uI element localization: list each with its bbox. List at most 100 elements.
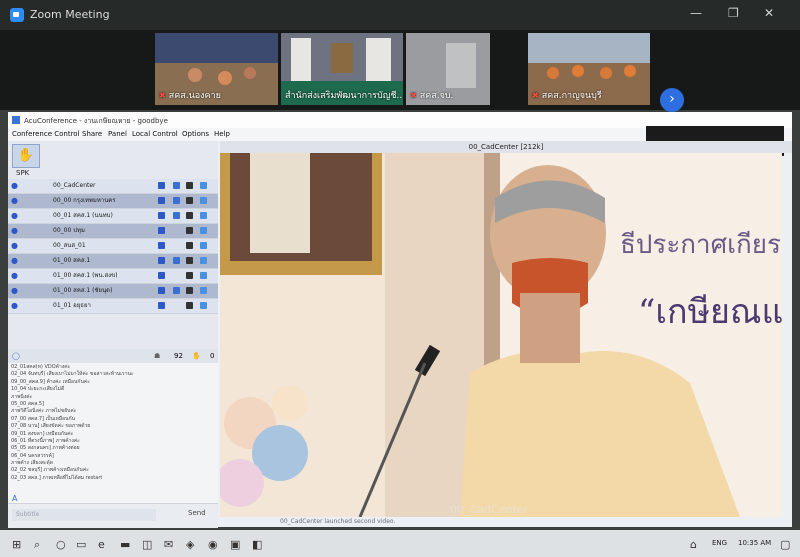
language-indicator[interactable]: ENG	[712, 539, 727, 547]
speaker-video-icon: ธีประกาศเกียรติ “เกษียณแห	[220, 153, 782, 517]
menu-options[interactable]: Options	[182, 130, 209, 138]
chat-message: 06_04 นครสวรรค์]	[11, 452, 54, 459]
participant-row[interactable]: ● 00_สนส_01	[8, 239, 218, 254]
banner-text: “เกษียณแห	[638, 292, 782, 332]
zoom-logo-icon	[10, 8, 24, 22]
windows-icon	[200, 182, 207, 189]
zoom-taskbar-icon[interactable]: ▣	[230, 538, 240, 551]
participant-row[interactable]: ● 00_01 สคส.1 (นนทบ)	[8, 209, 218, 224]
video-icon	[158, 257, 165, 264]
participant-row[interactable]: ● 00_CadCenter	[8, 179, 218, 194]
mic-icon	[173, 182, 180, 189]
video-icon	[158, 212, 165, 219]
hand-raise-button[interactable]: ✋	[12, 144, 40, 168]
menu-local-control[interactable]: Local Control	[132, 130, 178, 138]
mail-icon[interactable]: ✉	[164, 538, 173, 551]
store-icon[interactable]: ◫	[142, 538, 152, 551]
camera-icon	[186, 257, 193, 264]
minimize-icon[interactable]: —	[690, 6, 702, 20]
video-icon	[158, 227, 165, 234]
camera-icon	[186, 287, 193, 294]
chat-message: 02_01สคส(ห) VDOค้างค่ะ	[11, 364, 71, 370]
person-icon: ●	[11, 196, 18, 205]
close-icon[interactable]: ✕	[764, 6, 774, 20]
app-icon[interactable]: ◈	[186, 538, 194, 551]
video-watermark: 00_CadCenter	[450, 503, 528, 516]
participant-row-name: 01_01 อยุธยา	[53, 302, 91, 309]
send-button[interactable]: Send	[188, 509, 206, 517]
windows-icon	[200, 197, 207, 204]
person-icon: ●	[11, 226, 18, 235]
network-icon[interactable]: ⌂	[690, 538, 697, 551]
participant-row[interactable]: ● 01_00 สคส.1	[8, 254, 218, 269]
windows-icon	[200, 212, 207, 219]
chevron-right-icon: ›	[669, 91, 675, 107]
participant-row-name: 01_00 สคส.1 (ชัยนุด)	[53, 287, 113, 294]
camera-icon	[186, 182, 193, 189]
file-explorer-icon[interactable]: ▬	[120, 538, 130, 551]
participant-name: ✖ สคส.นองคาย	[159, 91, 221, 101]
clock[interactable]: 10:35 AM	[738, 539, 771, 547]
person-icon: ●	[11, 241, 18, 250]
acu-app-icon	[12, 116, 20, 124]
participant-row[interactable]: ● 01_00 สคส.1 (ชัยนุด)	[8, 284, 218, 299]
camera-icon	[186, 272, 193, 279]
next-page-button[interactable]: ›	[660, 88, 684, 112]
participant-row-name: 00_CadCenter	[53, 182, 96, 189]
person-icon: ●	[11, 211, 18, 220]
menu-conference-control[interactable]: Conference Control	[12, 130, 80, 138]
participant-row-name: 01_00 สคส.1	[53, 257, 91, 264]
camera-icon	[186, 197, 193, 204]
menu-help[interactable]: Help	[214, 130, 230, 138]
chat-message: 05_05 สงกลนคร] ภาพค้างต่อย	[11, 445, 80, 452]
person-icon: ●	[11, 271, 18, 280]
participant-row[interactable]: ● 00_00 ปทุม	[8, 224, 218, 239]
cortana-icon[interactable]: ○	[56, 538, 66, 551]
zoom-gallery-strip: ✖ สคส.นองคาย สำนักส่งเสริมพัฒนาการบัญชี..…	[0, 30, 800, 112]
participant-name: สำนักส่งเสริมพัฒนาการบัญชี...	[285, 91, 403, 101]
video-icon	[158, 272, 165, 279]
person-icon: ●	[11, 181, 18, 190]
task-view-icon[interactable]: ▭	[76, 538, 86, 551]
windows-taskbar: ⊞ ⌕ ○ ▭ e ▬ ◫ ✉ ◈ ◉ ▣ ◧ ⌂ ENG 10:35 AM ▢	[0, 530, 800, 557]
participant-tile[interactable]: ✖ สคส.นองคาย	[155, 33, 278, 105]
edge-icon[interactable]: e	[98, 538, 105, 551]
chat-message: 09_01 สงขลา] เหมือนกันค่ะ	[11, 430, 74, 437]
video-icon	[158, 302, 165, 309]
menu-share[interactable]: Share	[82, 130, 102, 138]
search-icon[interactable]: ⌕	[34, 538, 40, 552]
participant-row[interactable]: ● 00_00 กรุงเทพมหานคร	[8, 194, 218, 209]
start-icon[interactable]: ⊞	[12, 538, 21, 551]
video-icon	[158, 287, 165, 294]
participant-row[interactable]: ● 01_00 สคส.1 (พน.สงข)	[8, 269, 218, 284]
participant-row[interactable]: ● 01_01 อยุธยา	[8, 299, 218, 314]
chat-message: 02_03 สคส.] ภาพเหลือที่ไม่ได้สม restart	[11, 474, 103, 481]
windows-icon	[200, 302, 207, 309]
chat-icon: ◯	[12, 352, 20, 360]
camera-icon	[186, 212, 193, 219]
chat-message: 02_02 ชลบุรี] ภาพค้างเหมือนกันค่ะ	[11, 467, 89, 474]
participant-tile[interactable]: ✖ สคส.จบ.	[406, 33, 490, 105]
windows-icon	[200, 257, 207, 264]
chat-log[interactable]: 02_01สคส(ห) VDOค้างค่ะ 02_04 จันทบุรี) เส…	[8, 363, 218, 503]
chat-input[interactable]: Subtitle	[12, 509, 156, 521]
video-icon	[158, 242, 165, 249]
participant-tile[interactable]: สำนักส่งเสริมพัฒนาการบัญชี...	[281, 33, 403, 105]
mic-icon	[173, 197, 180, 204]
font-icon[interactable]: A	[12, 494, 17, 503]
participant-name: ✖ สคส.จบ.	[410, 91, 454, 101]
participant-name: ✖ สคส.กาญจนบุรี	[532, 91, 602, 101]
banner-text: ธีประกาศเกียรติ	[620, 230, 782, 260]
app-icon[interactable]: ◉	[208, 538, 218, 551]
chat-message: 06_01 ที่ตรงนี้ภาพ] ภาพค้างค่ะ	[11, 437, 80, 444]
maximize-icon[interactable]: ❐	[728, 6, 739, 20]
participant-row-name: 00_00 กรุงเทพมหานคร	[53, 197, 116, 204]
participant-row-name: 00_00 ปทุม	[53, 227, 85, 234]
participant-tile[interactable]: ✖ สคส.กาญจนบุรี	[528, 33, 650, 105]
chat-input-area: A Subtitle Send	[8, 494, 218, 528]
menu-panel[interactable]: Panel	[108, 130, 127, 138]
acuconference-taskbar-icon[interactable]: ◧	[252, 538, 262, 551]
notification-icon[interactable]: ▢	[780, 538, 790, 551]
person-icon: ●	[11, 286, 18, 295]
windows-icon	[200, 287, 207, 294]
